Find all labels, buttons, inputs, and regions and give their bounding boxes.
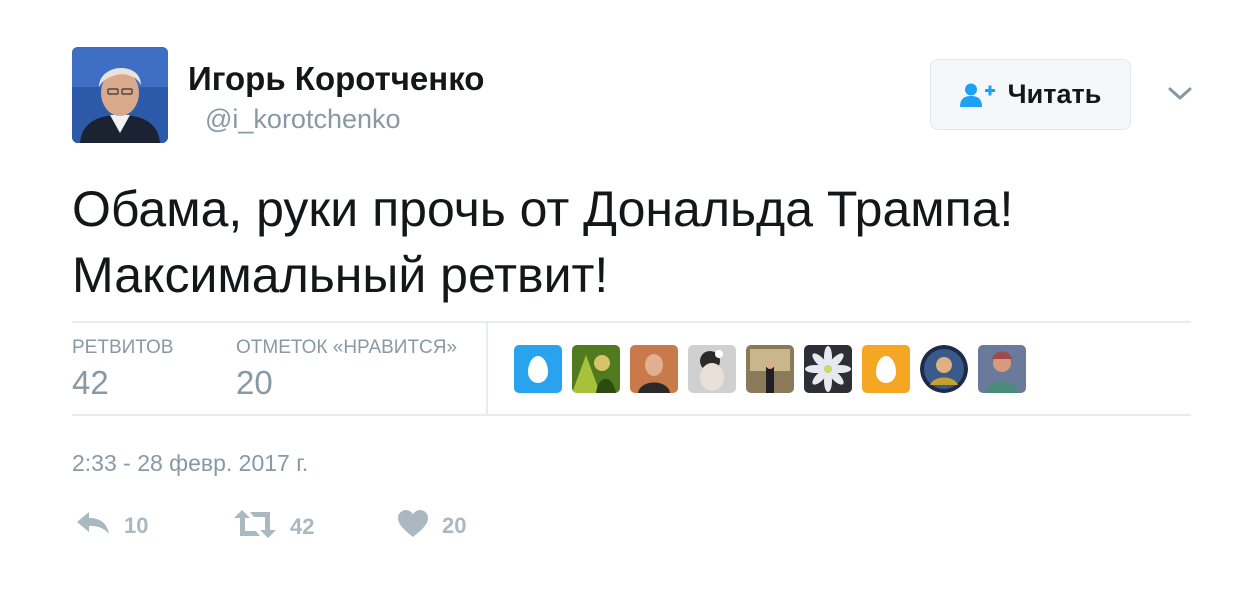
- liker-avatar[interactable]: [920, 345, 968, 393]
- reply-button[interactable]: 10: [76, 510, 148, 541]
- reply-icon: [76, 510, 110, 541]
- liker-avatar[interactable]: [630, 345, 678, 393]
- avatar[interactable]: [72, 47, 168, 143]
- retweets-count[interactable]: 42: [72, 364, 109, 402]
- retweets-label[interactable]: РЕТВИТОВ: [72, 337, 174, 359]
- retweet-icon: [234, 510, 276, 543]
- divider: [72, 321, 1191, 323]
- liker-avatar[interactable]: [978, 345, 1026, 393]
- follow-button-label: Читать: [1007, 79, 1102, 109]
- follow-user-icon: [959, 83, 998, 107]
- tweet-timestamp[interactable]: 2:33 - 28 февр. 2017 г.: [72, 450, 308, 477]
- retweet-button[interactable]: 42: [234, 510, 314, 543]
- tweet-text: Обама, руки прочь от Дональда Трампа! Ма…: [72, 176, 1192, 308]
- liker-avatar[interactable]: [862, 345, 910, 393]
- user-handle[interactable]: @i_korotchenko: [205, 104, 401, 135]
- liker-avatar[interactable]: [804, 345, 852, 393]
- liker-avatar[interactable]: [572, 345, 620, 393]
- heart-icon: [398, 510, 428, 542]
- follow-button[interactable]: Читать: [930, 59, 1131, 130]
- liker-avatar[interactable]: [514, 345, 562, 393]
- like-count: 20: [442, 513, 467, 538]
- liker-avatar[interactable]: [746, 345, 794, 393]
- tweet-text-line: Обама, руки прочь от Дональда Трампа!: [72, 181, 1014, 237]
- tweet-text-line: Максимальный ретвит!: [72, 247, 609, 303]
- divider: [486, 323, 488, 414]
- like-button[interactable]: 20: [398, 510, 466, 542]
- retweet-count: 42: [290, 513, 315, 539]
- liker-avatar[interactable]: [688, 345, 736, 393]
- likes-count[interactable]: 20: [236, 364, 273, 402]
- profile-photo: [72, 47, 168, 143]
- display-name[interactable]: Игорь Коротченко: [188, 60, 484, 98]
- divider: [72, 414, 1191, 416]
- reply-count: 10: [124, 512, 149, 538]
- chevron-down-icon[interactable]: [1166, 84, 1194, 104]
- likes-label[interactable]: ОТМЕТОК «НРАВИТСЯ»: [236, 337, 457, 359]
